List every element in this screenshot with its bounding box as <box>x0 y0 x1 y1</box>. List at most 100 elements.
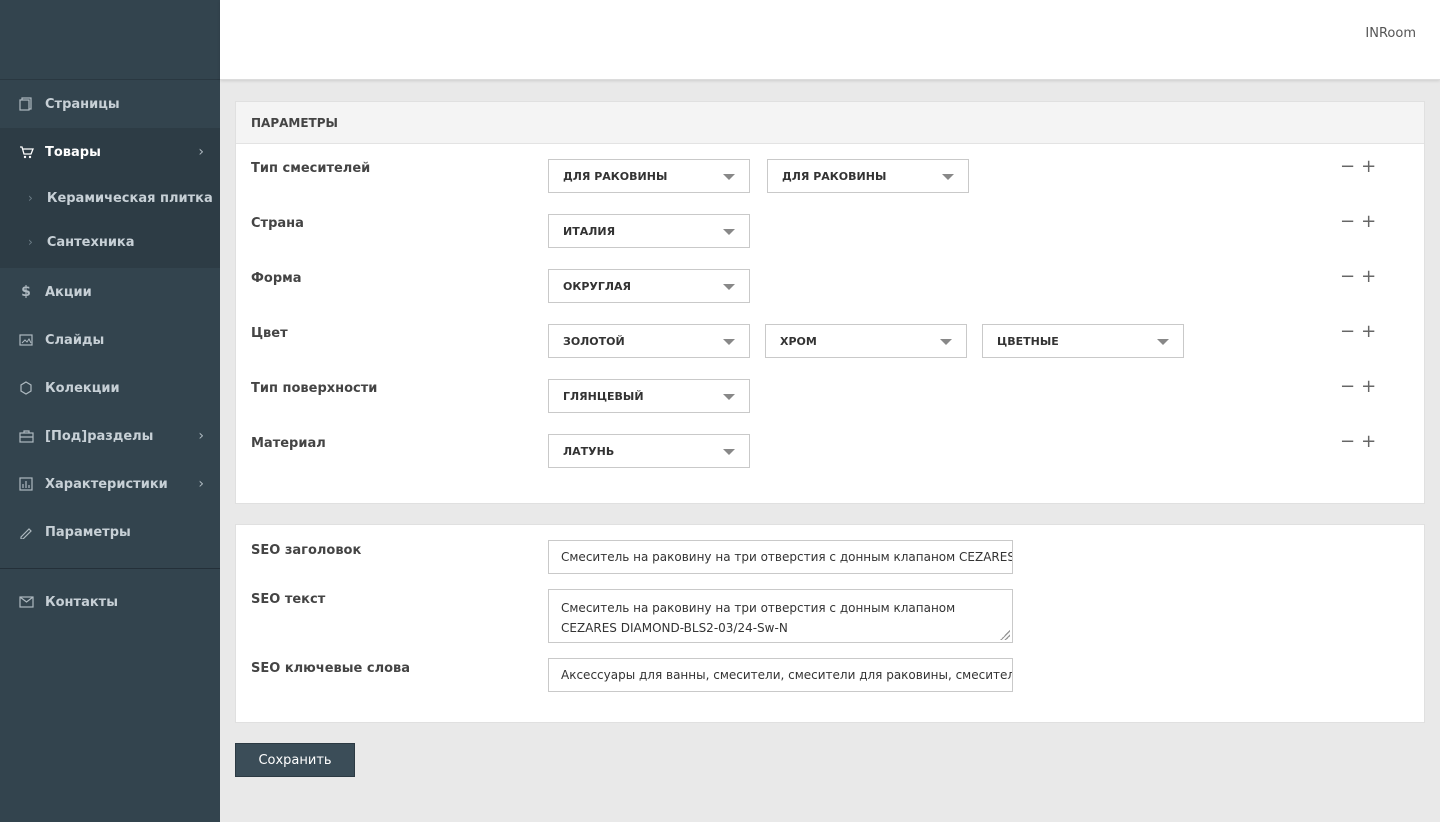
sidebar-subitem-ceramic-tile[interactable]: › Керамическая плитка <box>0 176 220 220</box>
caret-down-icon <box>723 284 735 290</box>
sidebar-logo-area <box>0 0 220 80</box>
sidebar-item-characteristics[interactable]: Характеристики › <box>0 460 220 508</box>
param-row-color: Цвет ЗОЛОТОЙ ХРОМ ЦВЕТНЫЕ − + <box>236 323 1424 364</box>
parameters-panel: ПАРАМЕТРЫ Тип смесителей ДЛЯ РАКОВИНЫ ДЛ… <box>235 101 1425 504</box>
sidebar-item-label: Товары <box>45 144 101 160</box>
sidebar-item-label: Параметры <box>45 524 131 540</box>
sidebar-divider <box>0 568 220 569</box>
select-value: ОКРУГЛАЯ <box>563 279 632 293</box>
param-row-country: Страна ИТАЛИЯ − + <box>236 213 1424 254</box>
select-value: ДЛЯ РАКОВИНЫ <box>563 169 668 183</box>
minus-icon[interactable]: − <box>1340 213 1355 231</box>
param-label: Материал <box>251 436 326 451</box>
seo-panel: SEO заголовок Смеситель на раковину на т… <box>235 524 1425 723</box>
sidebar-item-contacts[interactable]: Контакты <box>0 578 220 626</box>
minus-icon[interactable]: − <box>1340 158 1355 176</box>
sidebar-item-label: Колекции <box>45 380 120 396</box>
caret-down-icon <box>940 339 952 345</box>
plus-icon[interactable]: + <box>1361 323 1376 341</box>
seo-text-label: SEO текст <box>251 592 326 607</box>
param-row-mixer-type: Тип смесителей ДЛЯ РАКОВИНЫ ДЛЯ РАКОВИНЫ… <box>236 158 1424 199</box>
chevron-right-icon: › <box>198 476 204 492</box>
sidebar-subitem-label: Керамическая плитка <box>46 190 213 206</box>
minus-icon[interactable]: − <box>1340 433 1355 451</box>
param-label: Страна <box>251 216 304 231</box>
sidebar-item-label: Характеристики <box>45 476 168 492</box>
param-select[interactable]: ЗОЛОТОЙ <box>548 324 750 358</box>
param-select[interactable]: ОКРУГЛАЯ <box>548 269 750 303</box>
tag-icon <box>18 524 34 540</box>
plus-icon[interactable]: + <box>1361 213 1376 231</box>
chevron-right-icon: › <box>28 235 33 249</box>
row-controls: − + <box>1340 323 1376 341</box>
param-select[interactable]: ЛАТУНЬ <box>548 434 750 468</box>
sidebar-subitem-plumbing[interactable]: › Сантехника <box>0 220 220 264</box>
plus-icon[interactable]: + <box>1361 158 1376 176</box>
param-label: Форма <box>251 271 302 286</box>
sidebar-item-products[interactable]: Товары › <box>0 128 220 176</box>
row-controls: − + <box>1340 213 1376 231</box>
sidebar-item-promotions[interactable]: $ Акции <box>0 268 220 316</box>
sidebar-item-label: Страницы <box>45 96 120 112</box>
seo-keywords-input[interactable]: Аксессуары для ванны, смесители, смесите… <box>548 658 1013 692</box>
seo-title-input[interactable]: Смеситель на раковину на три отверстия с… <box>548 540 1013 574</box>
select-value: ИТАЛИЯ <box>563 224 616 238</box>
param-select[interactable]: ЦВЕТНЫЕ <box>982 324 1184 358</box>
caret-down-icon <box>723 339 735 345</box>
caret-down-icon <box>723 394 735 400</box>
row-controls: − + <box>1340 158 1376 176</box>
seo-text-textarea[interactable]: Смеситель на раковину на три отверстия с… <box>548 589 1013 643</box>
resize-grip-icon[interactable] <box>1000 630 1010 640</box>
sidebar-item-collections[interactable]: Колекции <box>0 364 220 412</box>
select-value: ДЛЯ РАКОВИНЫ <box>782 169 887 183</box>
slides-icon <box>18 332 34 348</box>
sidebar-item-label: Акции <box>45 284 92 300</box>
param-label: Тип поверхности <box>251 381 378 396</box>
chevron-right-icon: › <box>28 191 33 205</box>
collections-icon <box>18 380 34 396</box>
minus-icon[interactable]: − <box>1340 323 1355 341</box>
plus-icon[interactable]: + <box>1361 378 1376 396</box>
top-header: INRoom <box>220 0 1440 80</box>
panel-title: ПАРАМЕТРЫ <box>236 102 1424 144</box>
param-select[interactable]: ДЛЯ РАКОВИНЫ <box>767 159 969 193</box>
sidebar-subitem-label: Сантехника <box>46 234 135 250</box>
plus-icon[interactable]: + <box>1361 433 1376 451</box>
plus-icon[interactable]: + <box>1361 268 1376 286</box>
sidebar: Страницы Товары › › Керамическая плитка … <box>0 0 220 822</box>
brand-name[interactable]: INRoom <box>1365 26 1416 41</box>
envelope-icon <box>18 594 34 610</box>
param-select[interactable]: ХРОМ <box>765 324 967 358</box>
caret-down-icon <box>723 174 735 180</box>
param-select[interactable]: ИТАЛИЯ <box>548 214 750 248</box>
param-row-surface-type: Тип поверхности ГЛЯНЦЕВЫЙ − + <box>236 378 1424 419</box>
minus-icon[interactable]: − <box>1340 268 1355 286</box>
briefcase-icon <box>18 428 34 444</box>
param-row-material: Материал ЛАТУНЬ − + <box>236 433 1424 474</box>
row-controls: − + <box>1340 433 1376 451</box>
param-select[interactable]: ГЛЯНЦЕВЫЙ <box>548 379 750 413</box>
param-label: Тип смесителей <box>251 161 371 176</box>
chart-icon <box>18 476 34 492</box>
chevron-right-icon: › <box>198 144 204 160</box>
caret-down-icon <box>942 174 954 180</box>
select-value: ХРОМ <box>780 334 817 348</box>
select-value: ЦВЕТНЫЕ <box>997 334 1059 348</box>
caret-down-icon <box>723 229 735 235</box>
sidebar-item-pages[interactable]: Страницы <box>0 80 220 128</box>
select-value: ГЛЯНЦЕВЫЙ <box>563 389 644 403</box>
caret-down-icon <box>1157 339 1169 345</box>
sidebar-item-slides[interactable]: Слайды <box>0 316 220 364</box>
sidebar-item-parameters[interactable]: Параметры <box>0 508 220 556</box>
chevron-right-icon: › <box>198 428 204 444</box>
seo-text-value: Смеситель на раковину на три отверстия с… <box>561 601 956 635</box>
seo-title-label: SEO заголовок <box>251 543 362 558</box>
select-value: ЛАТУНЬ <box>563 444 615 458</box>
sidebar-item-label: Слайды <box>45 332 105 348</box>
save-button[interactable]: Сохранить <box>235 743 355 777</box>
dollar-icon: $ <box>21 284 31 300</box>
sidebar-item-label: [Под]разделы <box>45 428 154 444</box>
param-select[interactable]: ДЛЯ РАКОВИНЫ <box>548 159 750 193</box>
sidebar-item-subsections[interactable]: [Под]разделы › <box>0 412 220 460</box>
minus-icon[interactable]: − <box>1340 378 1355 396</box>
